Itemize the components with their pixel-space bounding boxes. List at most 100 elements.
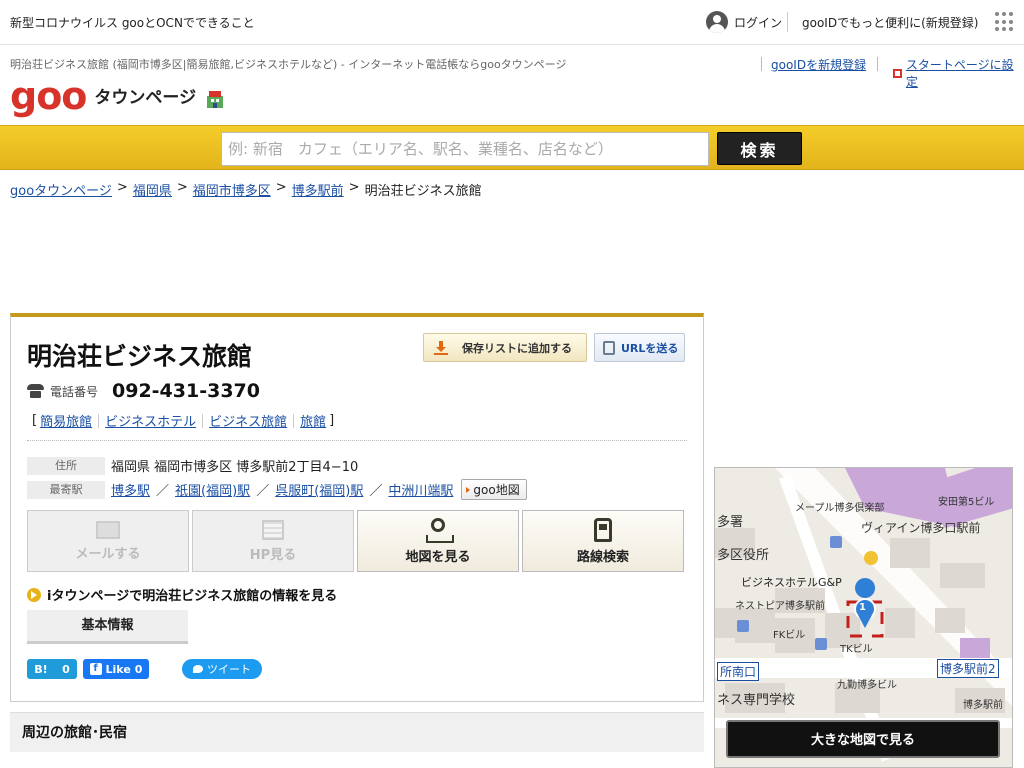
breadcrumb: gooタウンページ > 福岡県 > 福岡市博多区 > 博多駅前 > 明治荘ビジネ… [10, 180, 482, 199]
logo-townpage: タウンページ [94, 88, 197, 108]
nearest-station-row: 最寄駅 博多駅 ／ 祇園(福岡)駅 ／ 呉服町(福岡)駅 ／ 中洲川端駅 goo… [27, 479, 527, 500]
action-buttons: メールする HP見る 地図を見る 路線検索 [27, 510, 684, 572]
itownpage-link[interactable]: iタウンページで明治荘ビジネス旅館の情報を見る [27, 585, 337, 604]
download-icon [434, 340, 448, 355]
goo-map-button[interactable]: goo地図 [461, 479, 527, 500]
address-value: 福岡県 福岡市博多区 博多駅前2丁目4−10 [111, 460, 359, 475]
search-input[interactable] [221, 132, 709, 166]
category-link[interactable]: ビジネスホテル [105, 411, 196, 430]
login-label: ログイン [734, 15, 783, 30]
breadcrumb-prefecture[interactable]: 福岡県 [133, 180, 172, 199]
send-url-label: URLを送る [621, 341, 679, 355]
facebook-like-button[interactable]: f Like 0 [83, 659, 149, 679]
mail-button[interactable]: メールする [27, 510, 189, 572]
bracket-open: [ [32, 413, 38, 428]
mobile-phone-icon [603, 340, 615, 355]
telephone-number: 092-431-3370 [112, 380, 260, 402]
itownpage-label: iタウンページで明治荘ビジネス旅館の情報を見る [47, 589, 338, 604]
address-label: 住所 [27, 456, 105, 475]
page-tagline: 明治荘ビジネス旅館 (福岡市博多区|簡易旅館,ビジネスホテルなど) - インター… [10, 58, 567, 71]
save-list-button[interactable]: 保存リストに追加する [423, 333, 587, 362]
station-label: 最寄駅 [27, 480, 105, 499]
category-link[interactable]: ビジネス旅館 [209, 411, 287, 430]
map-label: ヴィアイン博多口駅前 [861, 521, 981, 535]
header-divider [761, 57, 762, 71]
category-list: [ 簡易旅館 ビジネスホテル ビジネス旅館 旅館 ] [29, 411, 337, 430]
map-label: ビジネスホテルG&P [741, 576, 842, 589]
map-label: TKビル [840, 644, 873, 655]
townpage-mascot-icon [207, 91, 224, 108]
map-pin-icon [426, 517, 454, 543]
twitter-bird-icon [193, 665, 203, 673]
send-url-button[interactable]: URLを送る [594, 333, 685, 362]
map-label: 安田第5ビル [938, 497, 995, 508]
section-divider [27, 440, 687, 441]
arrow-right-icon [466, 486, 471, 493]
covid-news-link[interactable]: 新型コロナウイルス gooとOCNでできること [10, 14, 255, 31]
startpage-icon [893, 68, 902, 78]
goo-townpage-logo[interactable]: goo タウンページ [10, 74, 226, 115]
facebook-icon: f [89, 663, 102, 675]
facebook-like-count: 0 [134, 662, 143, 676]
map-label: 博多駅前2 [937, 659, 999, 678]
large-map-button[interactable]: 大きな地図で見る [726, 720, 1000, 758]
telephone-label: 電話番号 [50, 384, 99, 399]
hatena-bookmark-button[interactable]: B! 0 [27, 659, 77, 679]
station-link[interactable]: 博多駅 [111, 480, 150, 499]
search-band: 検索 [0, 125, 1024, 170]
map-label: 多区役所 [717, 548, 770, 563]
global-topbar: 新型コロナウイルス gooとOCNでできること ログイン gooIDでもっと便利… [0, 0, 1024, 45]
map-label: 多署 [717, 515, 744, 530]
station-link[interactable]: 中洲川端駅 [388, 480, 453, 499]
breadcrumb-area[interactable]: 博多駅前 [292, 180, 344, 199]
map-label: メープル博多倶楽部 [795, 503, 885, 514]
breadcrumb-sep: > [275, 180, 287, 195]
gooid-register-link[interactable]: gooIDを新規登録 [771, 56, 866, 73]
location-map[interactable]: メープル博多倶楽部 安田第5ビル 多署 ヴィアイン博多口駅前 多区役所 ビジネス… [714, 467, 1013, 768]
map-label: FKビル [773, 630, 806, 641]
set-startpage-link[interactable]: スタートページに設定 [893, 56, 1024, 90]
map-label: 所南口 [717, 662, 760, 681]
login-link[interactable]: ログイン [706, 11, 782, 33]
station-link[interactable]: 祇園(福岡)駅 [175, 480, 250, 499]
map-label: 九勤博多ビル [837, 680, 897, 691]
breadcrumb-ward[interactable]: 福岡市博多区 [193, 180, 271, 199]
goo-map-label: goo地図 [473, 483, 520, 497]
facebook-like-label: Like [105, 662, 131, 676]
category-link[interactable]: 旅館 [300, 411, 326, 430]
search-button[interactable]: 検索 [717, 132, 802, 165]
address-row: 住所 福岡県 福岡市博多区 博多駅前2丁目4−10 [27, 456, 358, 475]
category-link[interactable]: 簡易旅館 [40, 411, 92, 430]
user-icon [706, 11, 728, 33]
hatena-count: 0 [62, 662, 70, 676]
homepage-label: HP見る [249, 547, 297, 563]
breadcrumb-top[interactable]: gooタウンページ [10, 180, 112, 199]
breadcrumb-sep: > [348, 180, 360, 195]
tab-basic-info[interactable]: 基本情報 [27, 610, 188, 644]
map-marker-number: 1 [859, 602, 866, 613]
arrow-circle-icon [27, 587, 41, 602]
route-search-button[interactable]: 路線検索 [522, 510, 684, 572]
mail-icon [96, 520, 120, 539]
header-divider [877, 57, 878, 71]
bracket-close: ] [329, 413, 335, 428]
shop-name: 明治荘ビジネス旅館 [27, 342, 253, 371]
station-link[interactable]: 呉服町(福岡)駅 [275, 480, 363, 499]
shop-detail-card: 明治荘ビジネス旅館 保存リストに追加する URLを送る 電話番号 092-431… [10, 313, 704, 702]
view-map-label: 地図を見る [405, 549, 471, 565]
webpage-icon [262, 519, 284, 540]
apps-grid-icon[interactable] [995, 12, 1015, 32]
gooid-signup-link[interactable]: gooIDでもっと便利に(新規登録) [802, 14, 978, 31]
breadcrumb-current: 明治荘ビジネス旅館 [364, 184, 482, 199]
set-startpage-label[interactable]: スタートページに設定 [906, 56, 1024, 90]
homepage-button[interactable]: HP見る [192, 510, 354, 572]
view-map-button[interactable]: 地図を見る [357, 510, 519, 572]
social-buttons: B! 0 f Like 0 ツイート [27, 659, 262, 679]
hatena-icon: B! [34, 662, 48, 676]
tweet-button[interactable]: ツイート [182, 659, 262, 679]
mail-label: メールする [75, 546, 141, 562]
nearby-inns-heading: 周辺の旅館･民宿 [10, 712, 704, 752]
telephone-row: 電話番号 092-431-3370 [27, 380, 260, 402]
map-label: 博多駅前 [963, 700, 1003, 711]
train-icon [594, 517, 612, 542]
